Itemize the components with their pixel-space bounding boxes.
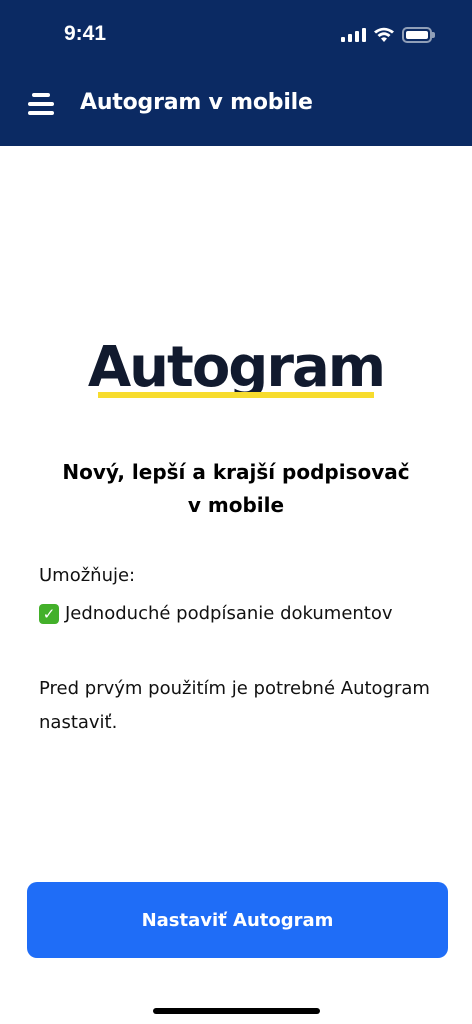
- logo-underline: [98, 392, 374, 398]
- allows-label: Umožňuje:: [39, 565, 136, 586]
- headline-line-2: v mobile: [187, 493, 285, 517]
- autogram-logo: Autogram: [0, 338, 472, 418]
- status-time: 9:41: [64, 22, 107, 45]
- status-icons: [341, 26, 435, 44]
- logo-text: Autogram: [87, 335, 386, 400]
- wifi-icon: [374, 27, 394, 42]
- page-title: Autogram v mobile: [80, 90, 313, 115]
- setup-note: Pred prvým použitím je potrebné Autogram…: [39, 678, 430, 733]
- app-header: 9:41 Autogram v mobile: [0, 0, 472, 146]
- checkmark-icon: ✓: [39, 604, 59, 624]
- headline-line-1: Nový, lepší a krajší podpisovač: [62, 460, 410, 484]
- battery-icon: [402, 27, 435, 43]
- home-indicator: [153, 1008, 320, 1014]
- hamburger-menu-icon[interactable]: [28, 93, 54, 117]
- feature-text: Jednoduché podpísanie dokumentov: [65, 603, 393, 624]
- signal-icon: [341, 28, 366, 42]
- headline: Nový, lepší a krajší podpisovač v mobile: [40, 456, 432, 522]
- feature-item: ✓ Jednoduché podpísanie dokumentov: [39, 598, 393, 630]
- setup-autogram-button[interactable]: Nastaviť Autogram: [27, 882, 448, 958]
